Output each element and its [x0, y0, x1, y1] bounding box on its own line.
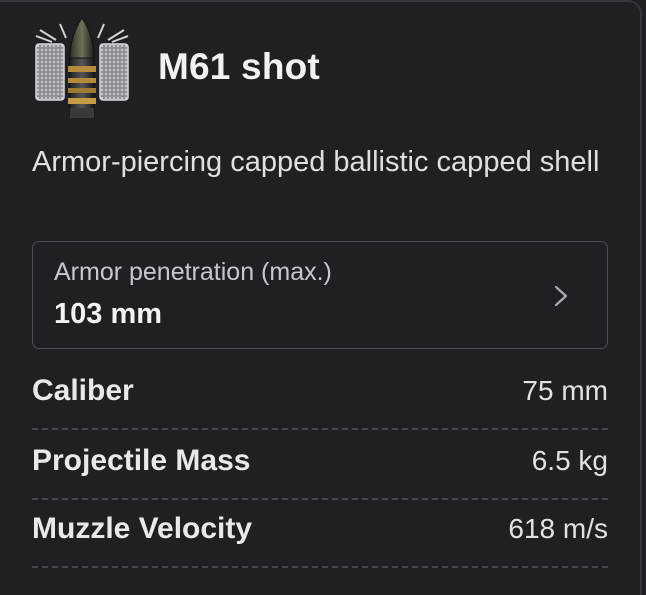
- chevron-right-icon: [554, 285, 568, 307]
- shell-header: [32, 16, 132, 120]
- shell-icon: [35, 17, 129, 118]
- stat-row-muzzle-velocity: Muzzle Velocity 618 m/s: [32, 502, 608, 568]
- stat-row-caliber: Caliber 75 mm: [32, 364, 608, 430]
- stat-label: Muzzle Velocity: [32, 512, 253, 545]
- shell-name: M61 shot: [158, 46, 320, 87]
- stat-value: 6.5 kg: [531, 445, 608, 476]
- shell-description: Armor-piercing capped ballistic capped s…: [32, 146, 600, 178]
- stat-value: 75 mm: [522, 375, 608, 406]
- armor-penetration-label: Armor penetration (max.): [54, 258, 332, 286]
- stat-value: 618 m/s: [508, 513, 608, 544]
- stat-label: Caliber: [32, 374, 134, 407]
- armor-penetration-value: 103 mm: [54, 298, 163, 330]
- stat-label: Projectile Mass: [32, 444, 251, 477]
- shell-info-card: M61 shot Armor-piercing capped ballistic…: [0, 0, 642, 595]
- stat-row-projectile-mass: Projectile Mass 6.5 kg: [32, 434, 608, 500]
- armor-penetration-button[interactable]: Armor penetration (max.) 103 mm: [32, 241, 608, 349]
